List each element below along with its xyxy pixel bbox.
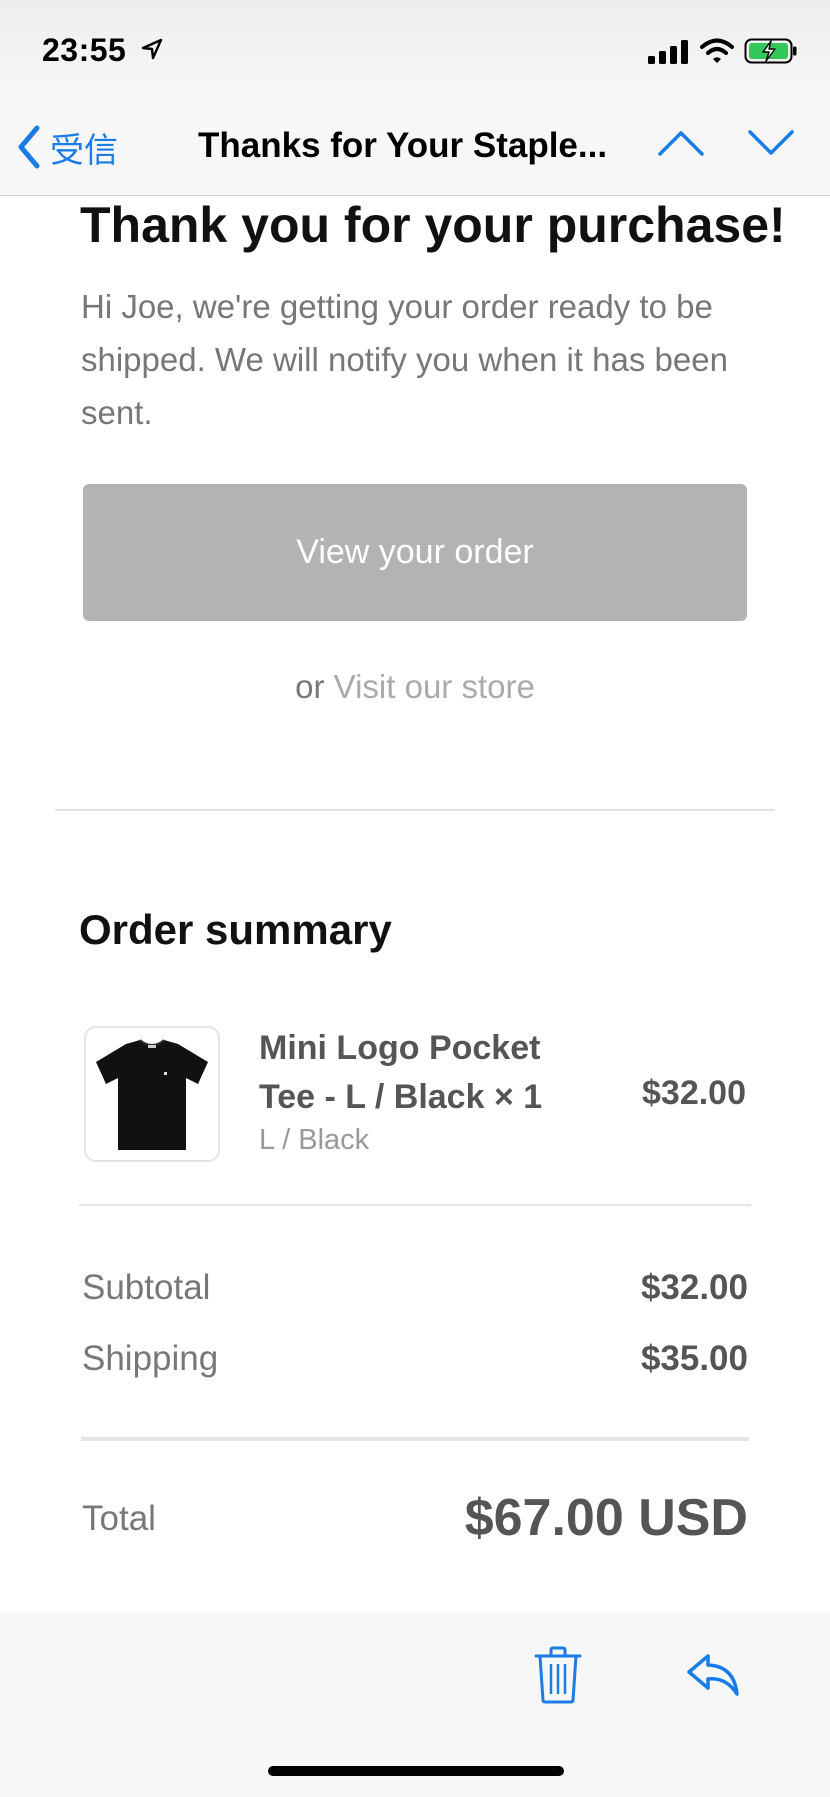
back-to-inbox-button[interactable]: 受信: [16, 122, 118, 172]
total-label: Total: [82, 1499, 156, 1538]
shipping-label: Shipping: [82, 1339, 219, 1378]
order-summary-title: Order summary: [79, 906, 392, 953]
location-arrow-icon: [141, 38, 163, 60]
visit-store-line: or Visit our store: [0, 668, 830, 706]
total-divider: [81, 1437, 749, 1441]
cellular-signal-icon: [648, 40, 688, 64]
trash-icon[interactable]: [534, 1646, 582, 1704]
reply-icon[interactable]: [686, 1652, 740, 1698]
product-thumbnail: [84, 1026, 220, 1162]
back-label: 受信: [50, 130, 118, 171]
email-intro-text: Hi Joe, we're getting your order ready t…: [81, 288, 728, 431]
chevron-left-icon: [18, 125, 40, 169]
product-name: Mini Logo Pocket Tee - L / Black × 1: [259, 1029, 543, 1116]
wifi-icon: [700, 38, 734, 63]
section-divider: [55, 809, 775, 811]
product-variant: L / Black: [259, 1124, 370, 1156]
or-text: or: [295, 668, 334, 705]
subtotal-label: Subtotal: [82, 1268, 211, 1307]
email-headline: Thank you for your purchase!: [80, 197, 786, 253]
shipping-value: $35.00: [640, 1339, 748, 1378]
visit-store-link[interactable]: Visit our store: [334, 668, 535, 705]
product-price: $32.00: [642, 1074, 746, 1112]
home-indicator[interactable]: [268, 1766, 564, 1776]
total-value: $67.00 USD: [464, 1489, 748, 1547]
chevron-up-icon[interactable]: [656, 128, 706, 158]
subtotal-value: $32.00: [640, 1268, 748, 1307]
view-order-button[interactable]: View your order: [83, 484, 747, 621]
battery-charging-icon: [744, 38, 797, 64]
message-subject-title: Thanks for Your Staple...: [198, 126, 608, 165]
mail-message-screen: 23:55 受信 Thanks for Your Staple... Thank…: [0, 0, 830, 1797]
status-time: 23:55: [42, 32, 127, 68]
chevron-down-icon[interactable]: [746, 128, 796, 158]
black-tshirt-image: [96, 1039, 208, 1150]
status-bar: 23:55: [0, 0, 830, 100]
item-divider: [79, 1204, 751, 1206]
